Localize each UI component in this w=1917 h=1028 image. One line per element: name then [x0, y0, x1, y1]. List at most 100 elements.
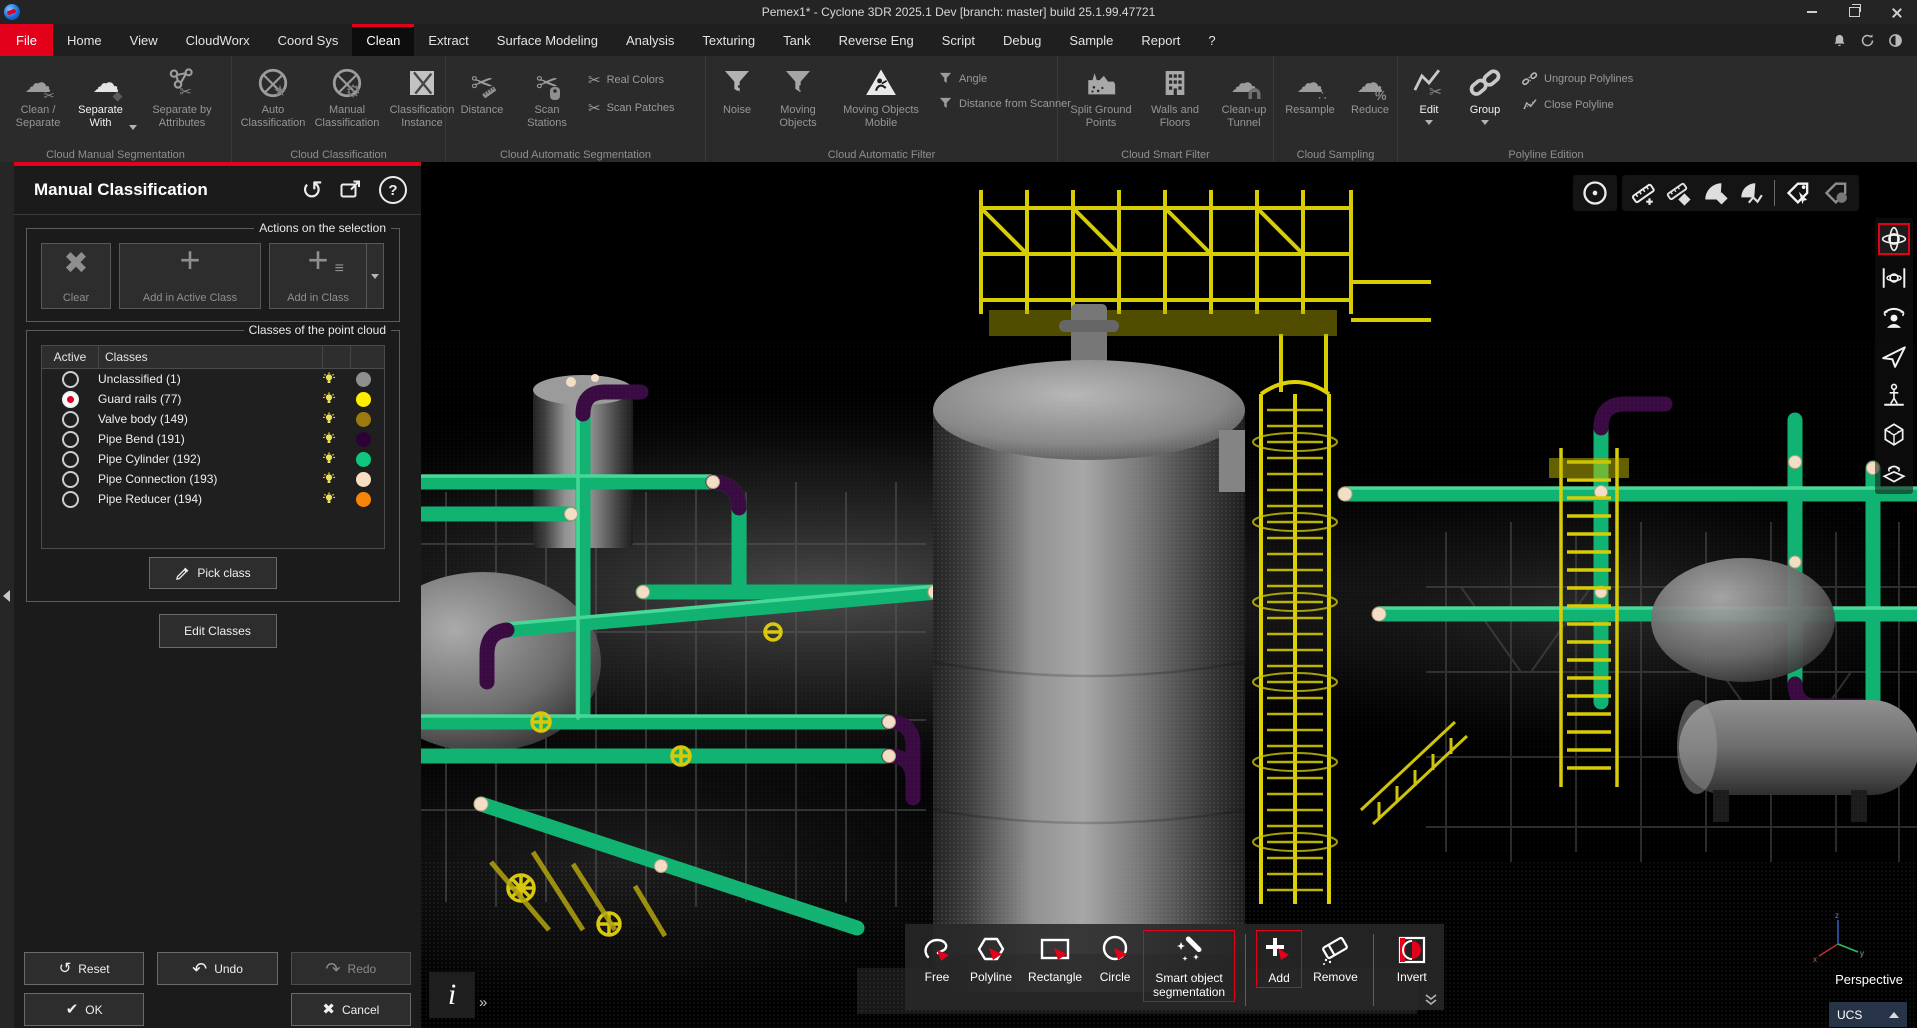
help-icon[interactable]: ? [379, 176, 407, 204]
smart-object-segmentation-tool[interactable]: Smart object segmentation [1143, 930, 1235, 1002]
menu-surface-modeling[interactable]: Surface Modeling [483, 24, 612, 56]
angle-button[interactable]: Angle [938, 71, 1071, 86]
bulb-icon[interactable] [322, 432, 350, 446]
menu-view[interactable]: View [116, 24, 172, 56]
bulb-icon[interactable] [322, 372, 350, 386]
active-radio[interactable] [62, 491, 79, 508]
angle-cube-icon[interactable] [1702, 180, 1728, 206]
viewport-3d[interactable]: Free Polyline Rectangle Circle Smart obj… [421, 162, 1917, 1028]
measure-cube-icon[interactable] [1666, 180, 1692, 206]
menu-extract[interactable]: Extract [414, 24, 482, 56]
add-in-class-dropdown[interactable] [367, 243, 384, 309]
expand-info-chevron[interactable]: » [479, 994, 487, 1011]
polyline-selection-tool[interactable]: Polyline [965, 930, 1017, 986]
orbit-tool[interactable] [1878, 223, 1910, 255]
menu-cloudworx[interactable]: CloudWorx [172, 24, 264, 56]
sync-icon[interactable] [1860, 33, 1875, 48]
constrained-orbit-tool[interactable] [1878, 262, 1910, 294]
projection-label[interactable]: Perspective [1835, 972, 1903, 987]
reduce-button[interactable]: ☁% Reduce [1342, 61, 1398, 118]
class-row-guard-rails[interactable]: Guard rails (77) [42, 389, 384, 409]
moving-objects-mobile-button[interactable]: Moving Objects Mobile [832, 61, 930, 131]
redo-button[interactable]: ↷ Redo [291, 952, 411, 985]
pick-class-button[interactable]: Pick class [149, 557, 277, 589]
notifications-bell-icon[interactable] [1832, 33, 1847, 48]
split-ground-points-button[interactable]: Split Ground Points [1062, 61, 1140, 131]
bulb-icon[interactable] [322, 472, 350, 486]
rectangle-selection-tool[interactable]: Rectangle [1023, 930, 1087, 986]
class-row-pipe-reducer[interactable]: Pipe Reducer (194) [42, 489, 384, 509]
class-row-valve-body[interactable]: Valve body (149) [42, 409, 384, 429]
menu-clean[interactable]: Clean [352, 24, 414, 56]
class-row-pipe-bend[interactable]: Pipe Bend (191) [42, 429, 384, 449]
active-radio[interactable] [62, 371, 79, 388]
real-colors-button[interactable]: ✂ Real Colors [588, 71, 674, 89]
add-in-active-class-button[interactable]: + Add in Active Class [119, 243, 261, 309]
cancel-button[interactable]: ✖ Cancel [291, 993, 411, 1026]
view-cube-tool[interactable] [1878, 418, 1910, 450]
menu-debug[interactable]: Debug [989, 24, 1055, 56]
close-polyline-button[interactable]: Close Polyline [1522, 97, 1633, 113]
angle-polyline-icon[interactable] [1738, 180, 1764, 206]
edit-classes-button[interactable]: Edit Classes [159, 614, 277, 648]
ucs-button[interactable]: UCS [1829, 1002, 1907, 1027]
info-button[interactable]: i [429, 972, 475, 1018]
scan-stations-button[interactable]: ✂ Scan Stations [514, 61, 580, 131]
collapse-panel-icon[interactable] [3, 590, 10, 602]
distance-button[interactable]: ✂ Distance [450, 61, 514, 118]
bulb-icon[interactable] [322, 492, 350, 506]
menu-tank[interactable]: Tank [769, 24, 824, 56]
menu-help[interactable]: ? [1194, 24, 1229, 56]
invert-selection-tool[interactable]: Invert [1390, 930, 1434, 986]
manual-classification-button[interactable]: ⚙ Manual Classification [310, 61, 384, 131]
group-polylines-button[interactable]: Group [1456, 61, 1514, 126]
bulb-icon[interactable] [322, 412, 350, 426]
circle-selection-tool[interactable]: Circle [1093, 930, 1137, 986]
free-selection-tool[interactable]: Free [915, 930, 959, 986]
class-row-unclassified[interactable]: Unclassified (1) [42, 369, 384, 389]
menu-script[interactable]: Script [928, 24, 989, 56]
resample-button[interactable]: ☁∴ Resample [1278, 61, 1342, 118]
class-color-swatch[interactable] [356, 372, 371, 387]
class-row-pipe-cylinder[interactable]: Pipe Cylinder (192) [42, 449, 384, 469]
theme-icon[interactable] [1888, 33, 1903, 48]
active-radio[interactable] [62, 451, 79, 468]
menu-file[interactable]: File [0, 24, 53, 56]
menu-coord-sys[interactable]: Coord Sys [264, 24, 353, 56]
clear-selection-button[interactable]: ✖ Clear [41, 243, 111, 309]
noise-button[interactable]: Noise [710, 61, 764, 118]
distance-from-scanner-button[interactable]: Distance from Scanner [938, 96, 1071, 111]
undo-button[interactable]: ↶ Undo [157, 952, 277, 985]
close-button[interactable] [1875, 0, 1917, 24]
fly-tool[interactable] [1878, 340, 1910, 372]
menu-sample[interactable]: Sample [1055, 24, 1127, 56]
turntable-tool[interactable] [1878, 457, 1910, 489]
menu-texturing[interactable]: Texturing [688, 24, 769, 56]
collapse-toolbar-chevron[interactable] [1424, 994, 1438, 1006]
remove-from-selection-tool[interactable]: Remove [1308, 930, 1363, 986]
moving-objects-button[interactable]: Moving Objects [764, 61, 832, 131]
ungroup-polylines-button[interactable]: Ungroup Polylines [1522, 71, 1633, 87]
class-color-swatch[interactable] [356, 472, 371, 487]
ok-button[interactable]: ✔ OK [24, 993, 144, 1026]
hide-label-icon[interactable] [1823, 179, 1851, 207]
menu-home[interactable]: Home [53, 24, 116, 56]
class-color-swatch[interactable] [356, 392, 371, 407]
active-radio[interactable] [62, 411, 79, 428]
reset-button[interactable]: ↺ Reset [24, 952, 144, 985]
bulb-icon[interactable] [322, 392, 350, 406]
add-measure-icon[interactable] [1630, 180, 1656, 206]
menu-report[interactable]: Report [1127, 24, 1194, 56]
clean-separate-button[interactable]: ☁✂ Clean / Separate [4, 61, 72, 131]
reset-history-icon[interactable]: ↺ [301, 177, 323, 203]
pivot-point-icon[interactable] [1581, 179, 1609, 207]
select-label-icon[interactable] [1785, 179, 1813, 207]
scan-patches-button[interactable]: ✂ Scan Patches [588, 99, 674, 117]
menu-reverse-eng[interactable]: Reverse Eng [825, 24, 928, 56]
restore-button[interactable] [1833, 0, 1875, 24]
auto-classification-button[interactable]: ★ Auto Classification [236, 61, 310, 131]
examine-tool[interactable] [1878, 301, 1910, 333]
separate-by-attributes-button[interactable]: ✂ Separate by Attributes [140, 61, 224, 131]
active-radio[interactable] [62, 471, 79, 488]
edit-polyline-button[interactable]: ✂ Edit [1402, 61, 1456, 126]
